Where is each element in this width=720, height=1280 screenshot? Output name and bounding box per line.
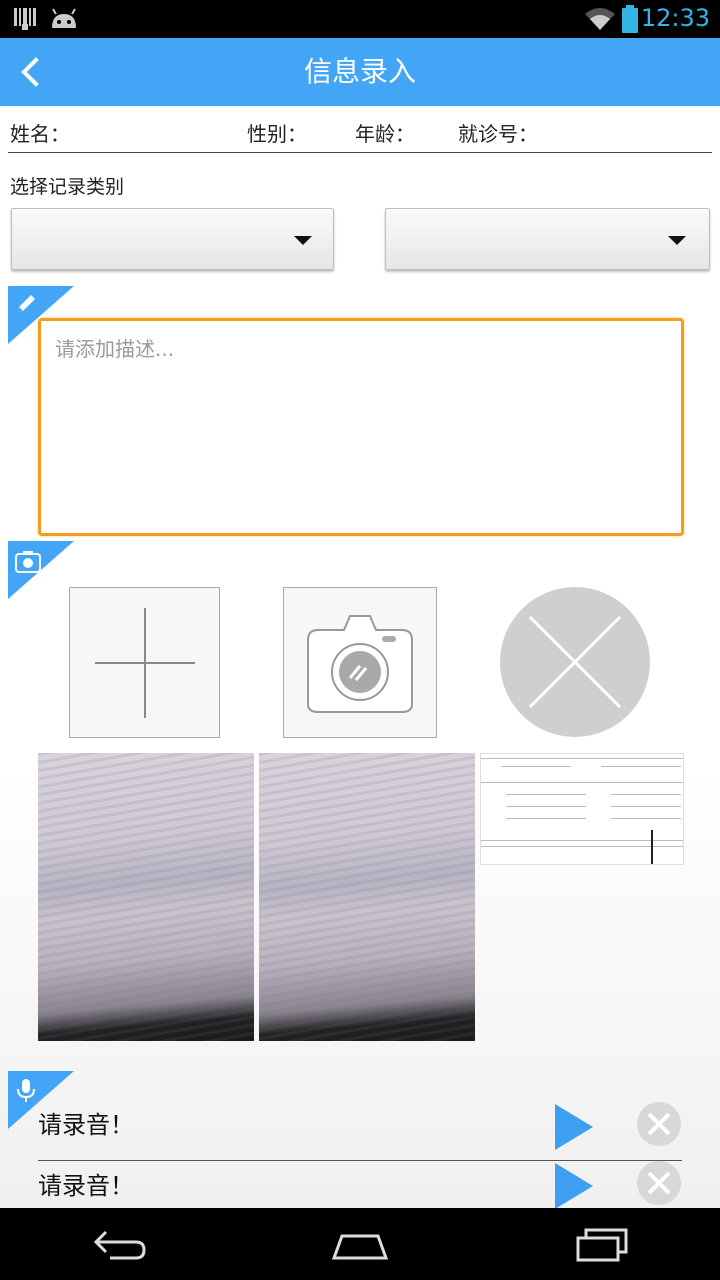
delete-audio-button[interactable] xyxy=(637,1102,681,1146)
android-icon xyxy=(52,8,76,28)
title-bar: 信息录入 xyxy=(0,38,720,106)
audio-label: 请录音！ xyxy=(38,1111,134,1139)
status-time: 12:33 xyxy=(640,4,710,32)
audio-item: 请录音！ xyxy=(0,1095,720,1155)
pencil-icon xyxy=(18,295,35,312)
add-icon xyxy=(95,608,195,718)
chevron-down-icon xyxy=(294,236,312,245)
close-icon xyxy=(528,615,622,709)
home-nav-button[interactable] xyxy=(330,1230,390,1262)
close-icon xyxy=(647,1171,671,1195)
description-input[interactable]: 请添加描述... xyxy=(38,318,684,536)
recents-nav-button[interactable] xyxy=(574,1226,630,1264)
play-button[interactable] xyxy=(555,1104,593,1150)
add-photo-button[interactable] xyxy=(69,587,220,738)
description-placeholder: 请添加描述... xyxy=(55,337,175,361)
navigation-bar xyxy=(0,1208,720,1280)
chevron-down-icon xyxy=(668,236,686,245)
close-icon xyxy=(647,1112,671,1136)
page-title: 信息录入 xyxy=(303,55,416,88)
divider xyxy=(8,152,712,153)
record-subcategory-dropdown[interactable] xyxy=(385,208,710,270)
camera-small-icon xyxy=(15,551,41,573)
camera-icon xyxy=(307,615,413,713)
photo-image xyxy=(38,753,254,1041)
photo-image xyxy=(259,753,475,1041)
delete-audio-button[interactable] xyxy=(637,1161,681,1205)
photo-thumbnail[interactable] xyxy=(38,753,254,1041)
name-label: 姓名： xyxy=(10,122,70,146)
wifi-icon xyxy=(585,8,615,30)
photo-thumbnail[interactable] xyxy=(480,753,684,865)
clear-photos-button[interactable] xyxy=(500,587,650,737)
back-nav-button[interactable] xyxy=(92,1228,148,1262)
photo-thumbnail[interactable] xyxy=(259,753,475,1041)
battery-icon xyxy=(622,5,638,33)
status-bar: 12:33 xyxy=(0,0,720,38)
record-type-label: 选择记录类别 xyxy=(10,176,125,198)
gender-label: 性别： xyxy=(247,122,307,146)
play-button[interactable] xyxy=(555,1163,593,1209)
take-photo-button[interactable] xyxy=(283,587,437,738)
audio-item: 请录音！ xyxy=(0,1155,720,1209)
visit-number-label: 就诊号： xyxy=(458,122,538,146)
barcode-icon xyxy=(14,8,36,30)
audio-label: 请录音！ xyxy=(38,1172,134,1200)
record-category-dropdown[interactable] xyxy=(11,208,334,270)
age-label: 年龄： xyxy=(355,122,415,146)
